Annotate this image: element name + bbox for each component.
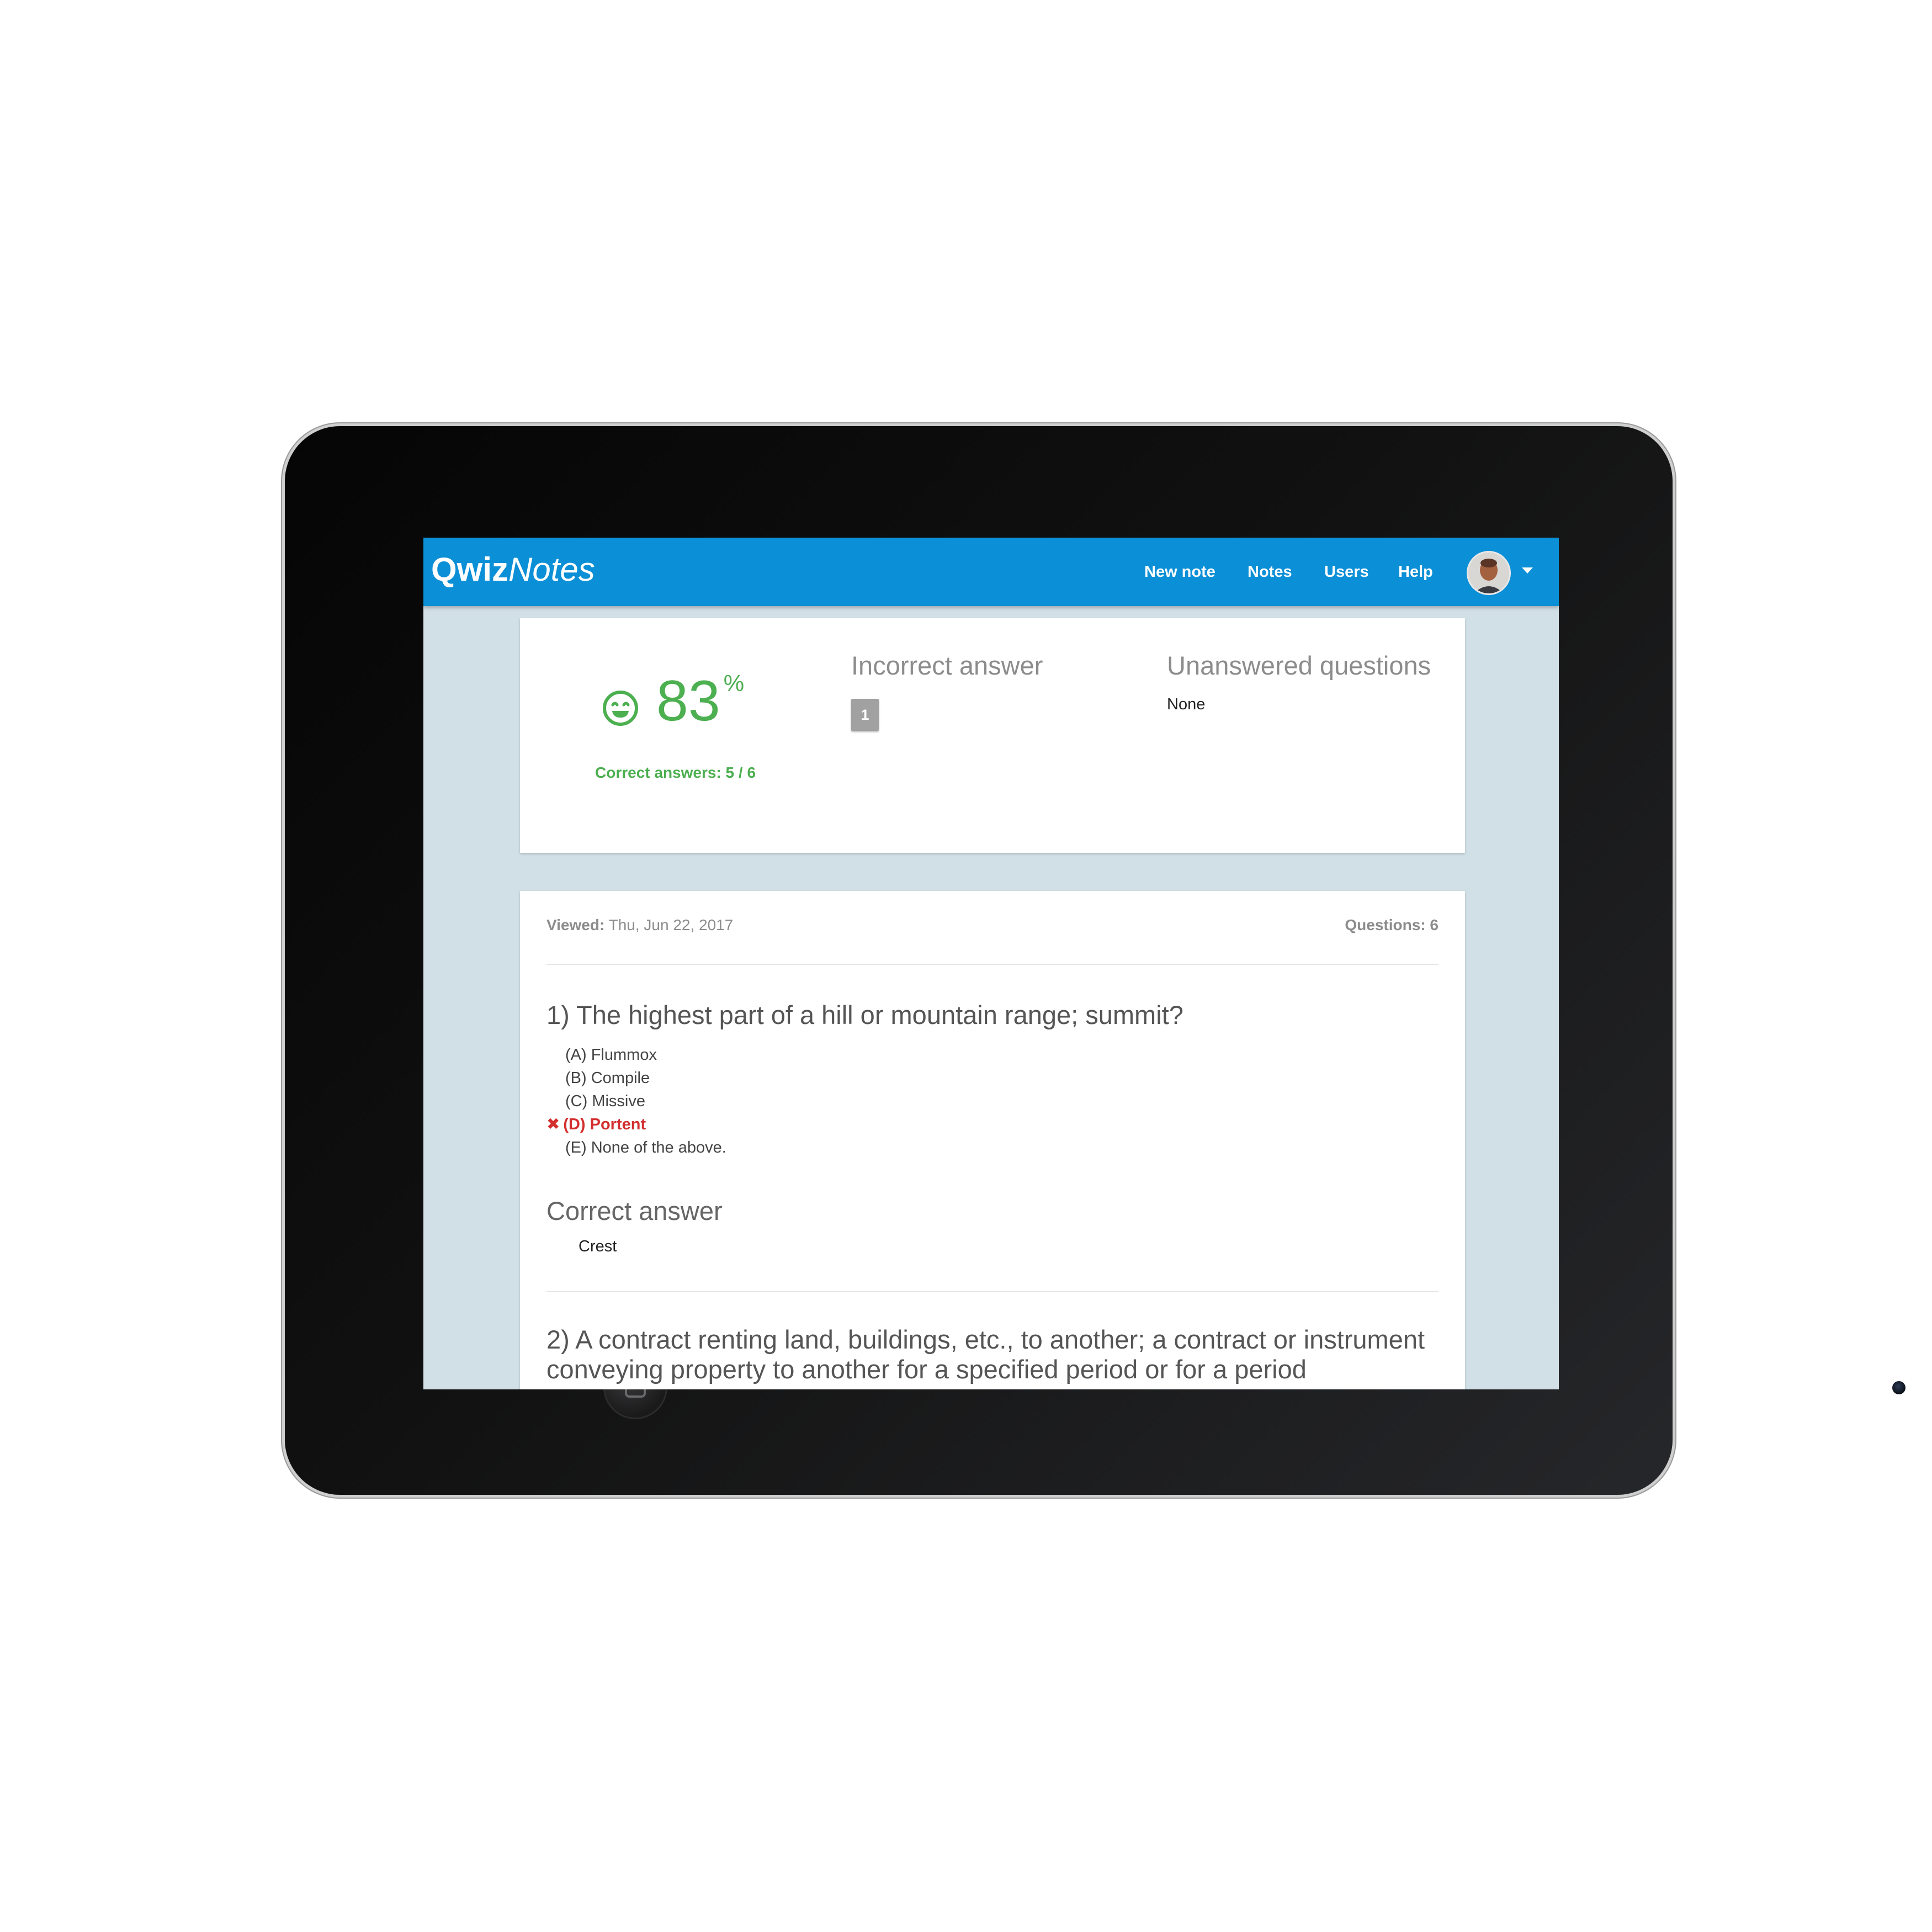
unanswered-questions-title: Unanswered questions — [1167, 651, 1431, 680]
smiley-face-icon — [603, 691, 638, 726]
user-avatar[interactable] — [1467, 551, 1511, 595]
nav-notes[interactable]: Notes — [1248, 560, 1292, 584]
question-2-text: 2) A contract renting land, buildings, e… — [546, 1325, 1425, 1384]
viewed-label: Viewed: — [546, 916, 605, 933]
navbar: QwizNotes New note Notes Users Help — [423, 538, 1559, 606]
question-1-option-b: (B) Compile — [565, 1069, 650, 1087]
camera-icon — [1892, 1381, 1906, 1394]
question-1-option-e: (E) None of the above. — [565, 1139, 726, 1156]
avatar-person-icon — [1468, 553, 1509, 593]
divider — [546, 1291, 1439, 1292]
user-menu-chevron-down-icon[interactable] — [1522, 567, 1533, 574]
logo-italic-text: Notes — [508, 551, 595, 588]
score-display: 83 % — [601, 668, 744, 740]
question-1-option-d-incorrect: ✖ (D) Portent — [546, 1113, 646, 1135]
score-summary-card: 83 % Correct answers: 5 / 6 Incorrect an… — [520, 618, 1465, 853]
quiz-detail-card: Viewed: Thu, Jun 22, 2017 Questions: 6 1… — [520, 891, 1465, 1389]
incorrect-x-icon: ✖ — [546, 1116, 560, 1133]
viewed-date: Viewed: Thu, Jun 22, 2017 — [546, 916, 733, 934]
viewed-date-value: Thu, Jun 22, 2017 — [608, 916, 734, 933]
nav-help[interactable]: Help — [1398, 560, 1433, 584]
divider — [546, 964, 1439, 965]
correct-answers-count: Correct answers: 5 / 6 — [595, 764, 756, 781]
app-screen: QwizNotes New note Notes Users Help 83 %… — [423, 538, 1559, 1389]
app-logo[interactable]: QwizNotes — [431, 548, 595, 592]
correct-answer-value: Crest — [578, 1238, 617, 1255]
question-1-text: 1) The highest part of a hill or mountai… — [546, 1000, 1183, 1029]
unanswered-questions-value: None — [1167, 696, 1206, 713]
incorrect-question-badge[interactable]: 1 — [851, 699, 879, 731]
score-percent-sign: % — [723, 670, 745, 696]
nav-users[interactable]: Users — [1324, 560, 1369, 584]
score-percentage: 83 — [656, 669, 720, 733]
question-1-option-a: (A) Flummox — [565, 1046, 657, 1064]
option-d-label: (D) Portent — [563, 1116, 646, 1133]
question-1-option-c: (C) Missive — [565, 1092, 645, 1110]
incorrect-answer-title: Incorrect answer — [851, 651, 1043, 680]
nav-new-note[interactable]: New note — [1144, 560, 1216, 584]
logo-bold-text: Qwiz — [431, 551, 509, 588]
correct-answer-title: Correct answer — [546, 1196, 723, 1225]
questions-count: Questions: 6 — [1345, 916, 1439, 933]
